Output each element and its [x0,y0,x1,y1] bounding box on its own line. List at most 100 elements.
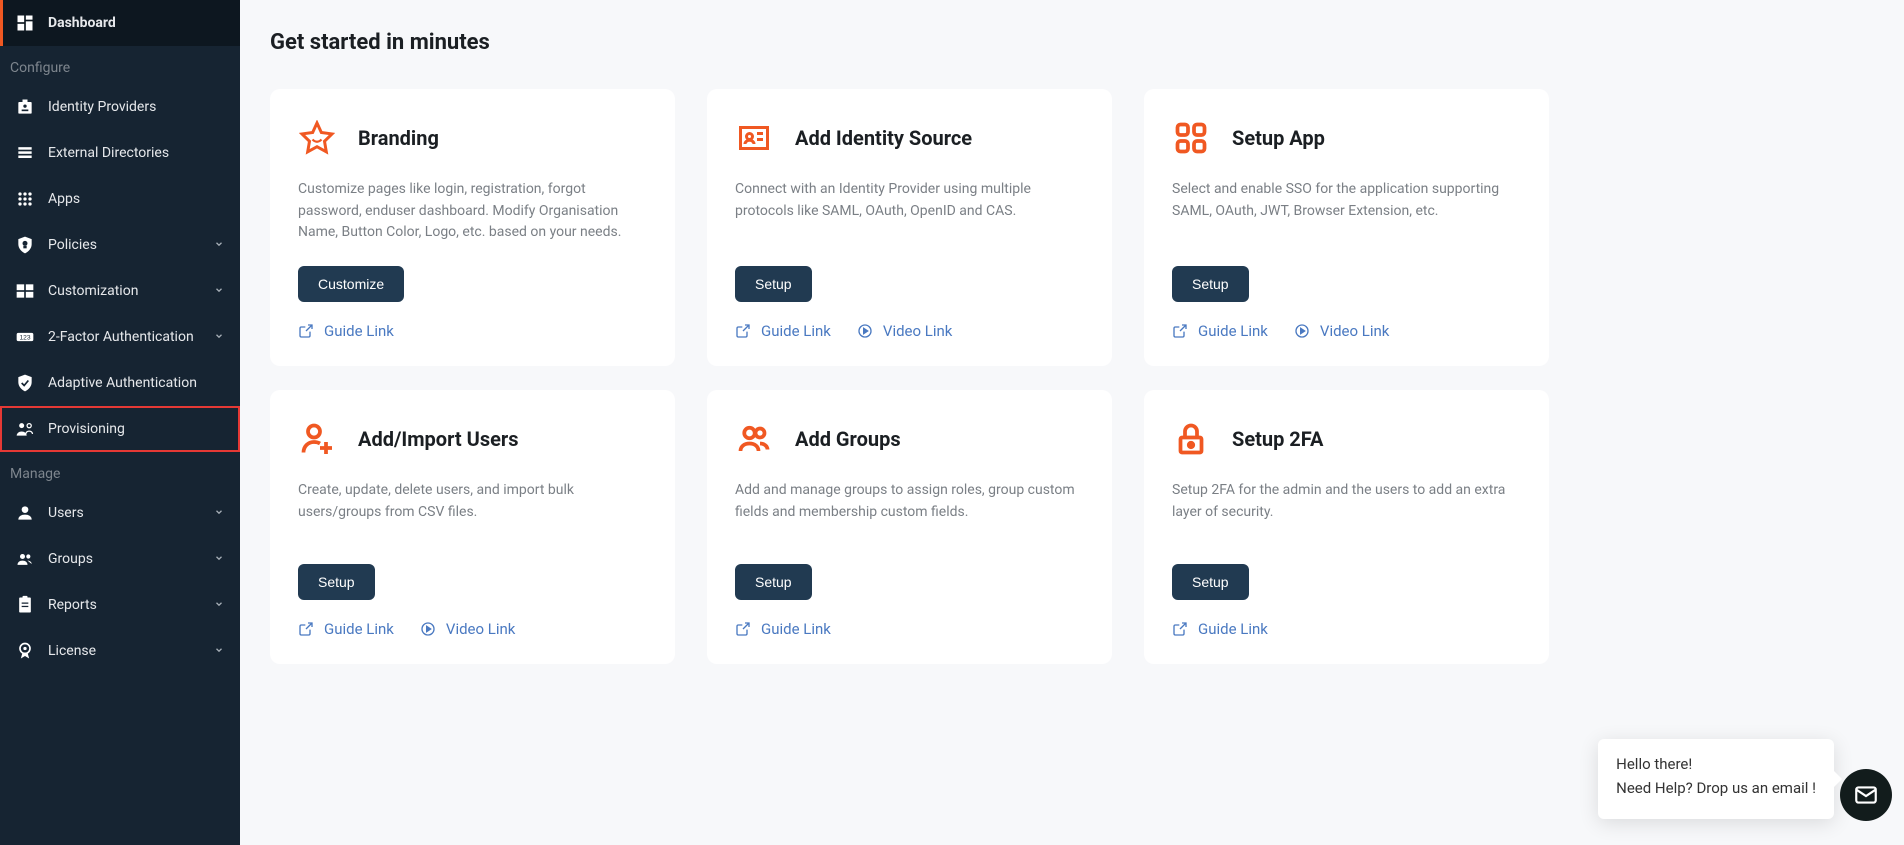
guide-link[interactable]: Guide Link [1172,322,1268,340]
link-label: Guide Link [324,322,394,340]
card-title: Setup 2FA [1232,427,1323,451]
card-header: Setup 2FA [1172,420,1521,458]
sidebar-item-external-directories[interactable]: External Directories [0,130,240,176]
apps-icon [14,188,36,210]
card-description: Connect with an Identity Provider using … [735,179,1084,222]
chat-tooltip-line: Need Help? Drop us an email ! [1616,779,1816,797]
sidebar-item-groups[interactable]: Groups [0,536,240,582]
chevron-down-icon [214,553,226,565]
customization-icon [14,280,36,302]
sidebar: DashboardConfigureIdentity ProvidersExte… [0,0,240,845]
card-title: Add/Import Users [358,427,519,451]
open-icon [735,621,751,637]
card-title: Add Identity Source [795,126,972,150]
sidebar-item-label: Customization [48,283,214,299]
sidebar-item-label: Provisioning [48,421,226,437]
chevron-down-icon [214,285,226,297]
sidebar-item-2-factor-authentication[interactable]: 1232-Factor Authentication [0,314,240,360]
play-icon [420,621,436,637]
link-label: Video Link [883,322,953,340]
reports-icon [14,594,36,616]
chat-fab[interactable] [1840,769,1892,821]
card-add-identity-source: Add Identity Source Connect with an Ident… [707,89,1112,366]
link-label: Guide Link [1198,322,1268,340]
chevron-down-icon [214,645,226,657]
sidebar-item-license[interactable]: License [0,628,240,674]
main-content: Get started in minutes Branding Customize… [240,0,1904,694]
card-description: Add and manage groups to assign roles, g… [735,480,1084,523]
video-link[interactable]: Video Link [420,620,516,638]
setup-button[interactable]: Setup [1172,564,1249,600]
users-icon [14,502,36,524]
link-label: Guide Link [324,620,394,638]
sidebar-item-label: License [48,643,214,659]
card-links: Guide Link [298,322,647,340]
groups-icon [14,548,36,570]
play-icon [1294,323,1310,339]
card-description: Setup 2FA for the admin and the users to… [1172,480,1521,523]
sidebar-item-adaptive-authentication[interactable]: Adaptive Authentication [0,360,240,406]
chevron-down-icon [214,599,226,611]
card-header: Add Identity Source [735,119,1084,157]
sidebar-heading: Manage [0,452,240,490]
sidebar-item-apps[interactable]: Apps [0,176,240,222]
card-description: Create, update, delete users, and import… [298,480,647,523]
play-icon [857,323,873,339]
chevron-down-icon [214,239,226,251]
star-icon [298,119,336,157]
guide-link[interactable]: Guide Link [1172,620,1268,638]
cards-grid: Branding Customize pages like login, regi… [270,89,1874,664]
link-label: Video Link [1320,322,1390,340]
sidebar-item-users[interactable]: Users [0,490,240,536]
setup-button[interactable]: Setup [298,564,375,600]
app-grid-icon [1172,119,1210,157]
chat-tooltip: Hello there! Need Help? Drop us an email… [1598,739,1834,819]
chevron-down-icon [214,507,226,519]
svg-text:123: 123 [19,335,30,342]
directories-icon [14,142,36,164]
video-link[interactable]: Video Link [1294,322,1390,340]
chat-tooltip-line: Hello there! [1616,755,1816,773]
customize-button[interactable]: Customize [298,266,404,302]
setup-button[interactable]: Setup [735,266,812,302]
guide-link[interactable]: Guide Link [298,322,394,340]
open-icon [298,621,314,637]
guide-link[interactable]: Guide Link [735,322,831,340]
dashboard-icon [14,12,36,34]
card-header: Setup App [1172,119,1521,157]
sidebar-item-reports[interactable]: Reports [0,582,240,628]
policies-icon [14,234,36,256]
id-card-icon [735,119,773,157]
sidebar-item-label: Policies [48,237,214,253]
sidebar-item-policies[interactable]: Policies [0,222,240,268]
guide-link[interactable]: Guide Link [298,620,394,638]
guide-link[interactable]: Guide Link [735,620,831,638]
card-add-groups: Add Groups Add and manage groups to assig… [707,390,1112,664]
page-title: Get started in minutes [270,30,1874,55]
card-setup-app: Setup App Select and enable SSO for the a… [1144,89,1549,366]
add-group-icon [735,420,773,458]
lock-icon [1172,420,1210,458]
chevron-down-icon [214,331,226,343]
card-links: Guide Link Video Link [298,620,647,638]
setup-button[interactable]: Setup [735,564,812,600]
card-title: Add Groups [795,427,901,451]
setup-button[interactable]: Setup [1172,266,1249,302]
sidebar-item-identity-providers[interactable]: Identity Providers [0,84,240,130]
video-link[interactable]: Video Link [857,322,953,340]
sidebar-item-label: Identity Providers [48,99,226,115]
card-description: Select and enable SSO for the applicatio… [1172,179,1521,222]
card-links: Guide Link [1172,620,1521,638]
sidebar-item-provisioning[interactable]: Provisioning [0,406,240,452]
link-label: Guide Link [1198,620,1268,638]
sidebar-item-dashboard[interactable]: Dashboard [0,0,240,46]
card-header: Branding [298,119,647,157]
card-branding: Branding Customize pages like login, regi… [270,89,675,366]
link-label: Video Link [446,620,516,638]
card-add-import-users: Add/Import Users Create, update, delete u… [270,390,675,664]
sidebar-item-label: Reports [48,597,214,613]
open-icon [1172,323,1188,339]
card-title: Branding [358,126,439,150]
card-description: Customize pages like login, registration… [298,179,647,244]
sidebar-item-customization[interactable]: Customization [0,268,240,314]
